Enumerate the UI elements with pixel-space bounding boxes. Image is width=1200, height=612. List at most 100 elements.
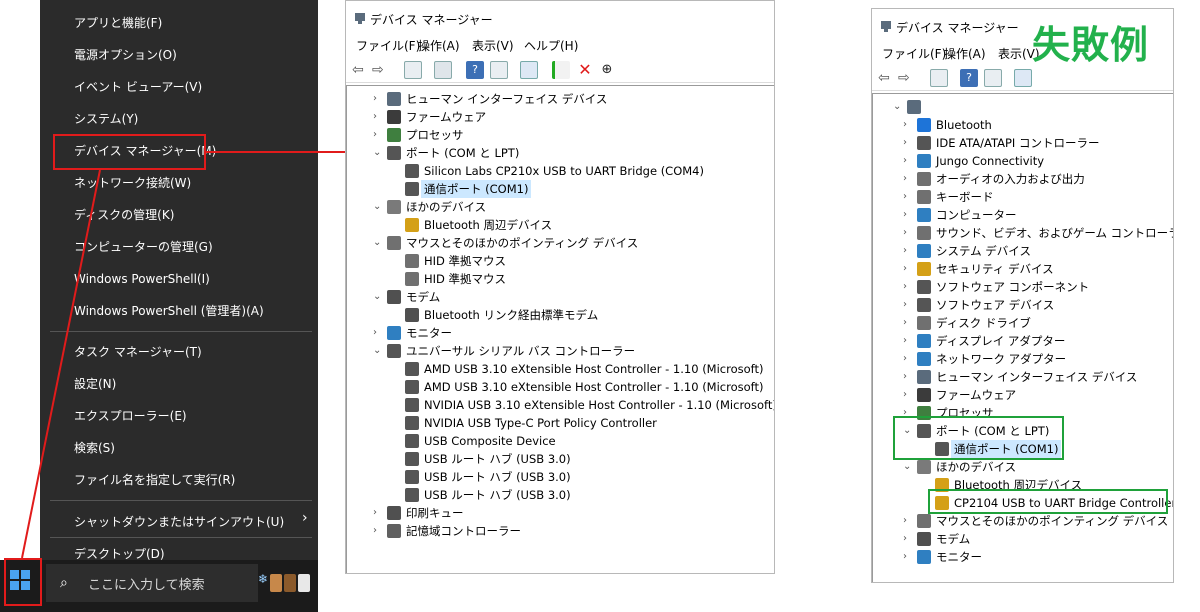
winx-menu-item[interactable]: エクスプローラー(E) — [74, 401, 187, 431]
chevron-right-icon[interactable]: › — [903, 548, 913, 566]
device-icon — [917, 208, 931, 222]
chevron-right-icon[interactable]: › — [373, 522, 383, 540]
chevron-right-icon[interactable]: › — [903, 116, 913, 134]
winx-menu-item[interactable]: イベント ビューアー(V) — [74, 72, 202, 102]
chevron-right-icon[interactable]: › — [903, 206, 913, 224]
menu-view[interactable]: 表示(V) — [472, 37, 514, 54]
chevron-right-icon[interactable]: › — [903, 188, 913, 206]
forward-arrow-icon[interactable]: ⇨ — [898, 69, 916, 87]
winx-menu-item[interactable]: Windows PowerShell(I) — [74, 264, 210, 294]
chevron-down-icon[interactable]: ⌄ — [373, 288, 383, 306]
device-label: USB ルート ハブ (USB 3.0) — [424, 488, 571, 502]
chevron-right-icon[interactable]: › — [903, 170, 913, 188]
weather-icon[interactable]: ❄ — [258, 572, 268, 586]
chevron-down-icon[interactable]: ⌄ — [373, 342, 383, 360]
taskbar: ⌕ ここに入力して検索 ❄ — [0, 560, 318, 612]
chevron-right-icon[interactable]: › — [373, 108, 383, 126]
app-icon[interactable] — [270, 574, 282, 592]
properties-icon[interactable] — [434, 61, 452, 79]
device-manager-icon — [880, 19, 894, 33]
chevron-right-icon[interactable]: › — [903, 278, 913, 296]
chevron-right-icon[interactable]: › — [373, 504, 383, 522]
app-icon[interactable] — [298, 574, 310, 592]
device-label: Bluetooth 周辺デバイス — [424, 218, 553, 232]
help-icon[interactable]: ? — [466, 61, 484, 79]
chevron-right-icon[interactable]: › — [903, 368, 913, 386]
update-driver-icon[interactable] — [552, 61, 570, 79]
chevron-right-icon[interactable]: › — [903, 350, 913, 368]
chevron-down-icon[interactable]: ⌄ — [373, 234, 383, 252]
show-hide-console-tree-icon[interactable] — [404, 61, 422, 79]
winx-menu-item[interactable]: コンピューターの管理(G) — [74, 232, 213, 262]
show-hide-console-tree-icon[interactable] — [930, 69, 948, 87]
chevron-right-icon[interactable]: › — [373, 324, 383, 342]
taskbar-search-box[interactable]: ⌕ ここに入力して検索 — [46, 564, 258, 602]
app-icon[interactable] — [284, 574, 296, 592]
view-icon[interactable] — [984, 69, 1002, 87]
chevron-right-icon[interactable]: › — [903, 512, 913, 530]
chevron-down-icon[interactable]: ⌄ — [373, 198, 383, 216]
highlight-unknown-cp2104 — [928, 489, 1168, 514]
winx-menu-item[interactable]: 電源オプション(O) — [74, 40, 177, 70]
fail-example-label: 失敗例 — [1032, 23, 1150, 67]
winx-menu-item[interactable]: Windows PowerShell (管理者)(A) — [74, 296, 264, 326]
scan-hardware-icon[interactable] — [520, 61, 538, 79]
winx-menu-item[interactable]: 設定(N) — [74, 369, 116, 399]
winx-menu-item[interactable]: ファイル名を指定して実行(R) — [74, 465, 235, 495]
chevron-down-icon[interactable]: ⌄ — [373, 144, 383, 162]
winx-menu-item[interactable]: タスク マネージャー(T) — [74, 337, 202, 367]
chevron-right-icon[interactable]: › — [903, 332, 913, 350]
chevron-right-icon[interactable]: › — [903, 134, 913, 152]
scan-hardware-icon[interactable] — [1014, 69, 1032, 87]
search-placeholder: ここに入力して検索 — [88, 578, 205, 593]
forward-arrow-icon[interactable]: ⇨ — [372, 61, 390, 79]
device-icon — [907, 100, 921, 114]
chevron-right-icon[interactable]: › — [903, 314, 913, 332]
winx-menu-item[interactable]: システム(Y) — [74, 104, 138, 134]
menu-file[interactable]: ファイル(F) — [356, 37, 420, 54]
back-arrow-icon[interactable]: ⇦ — [878, 69, 896, 87]
menu-help[interactable]: ヘルプ(H) — [524, 37, 578, 54]
device-icon — [387, 110, 401, 124]
chevron-right-icon[interactable]: › — [903, 530, 913, 548]
chevron-right-icon[interactable]: › — [373, 90, 383, 108]
device-icon — [405, 362, 419, 376]
device-icon — [387, 506, 401, 520]
chevron-right-icon[interactable]: › — [373, 126, 383, 144]
device-icon — [405, 272, 419, 286]
winx-menu-item[interactable]: ディスクの管理(K) — [74, 200, 174, 230]
menu-action[interactable]: 操作(A) — [418, 37, 460, 54]
device-label: USB ルート ハブ (USB 3.0) — [424, 452, 571, 466]
chevron-right-icon[interactable]: › — [903, 224, 913, 242]
view-icon[interactable] — [490, 61, 508, 79]
device-icon — [405, 218, 419, 232]
device-label: ポート (COM と LPT) — [406, 146, 520, 160]
chevron-right-icon[interactable]: › — [903, 296, 913, 314]
disable-device-icon[interactable]: ⊕ — [598, 61, 616, 79]
chevron-down-icon[interactable]: ⌄ — [903, 458, 913, 476]
menu-file[interactable]: ファイル(F) — [882, 45, 946, 62]
winx-menu-item[interactable]: アプリと機能(F) — [74, 8, 162, 38]
winx-menu-item[interactable]: シャットダウンまたはサインアウト(U) — [74, 507, 284, 537]
device-icon — [917, 532, 931, 546]
device-icon — [405, 398, 419, 412]
device-icon — [405, 164, 419, 178]
device-label: IDE ATA/ATAPI コントローラー — [936, 136, 1100, 150]
menu-action[interactable]: 操作(A) — [944, 45, 986, 62]
submenu-chevron-icon: › — [302, 510, 308, 526]
chevron-right-icon[interactable]: › — [903, 260, 913, 278]
chevron-down-icon[interactable]: ⌄ — [893, 98, 903, 116]
winx-menu-item[interactable]: ネットワーク接続(W) — [74, 168, 191, 198]
help-icon[interactable]: ? — [960, 69, 978, 87]
chevron-right-icon[interactable]: › — [903, 386, 913, 404]
chevron-right-icon[interactable]: › — [903, 242, 913, 260]
uninstall-icon[interactable]: ✕ — [576, 61, 594, 79]
device-label: ソフトウェア デバイス — [936, 298, 1055, 312]
chevron-right-icon[interactable]: › — [903, 152, 913, 170]
device-label: USB ルート ハブ (USB 3.0) — [424, 470, 571, 484]
search-icon: ⌕ — [60, 575, 68, 591]
winx-menu-item[interactable]: 検索(S) — [74, 433, 115, 463]
back-arrow-icon[interactable]: ⇦ — [352, 61, 370, 79]
device-label: コンピューター — [936, 208, 1017, 222]
device-icon — [917, 388, 931, 402]
